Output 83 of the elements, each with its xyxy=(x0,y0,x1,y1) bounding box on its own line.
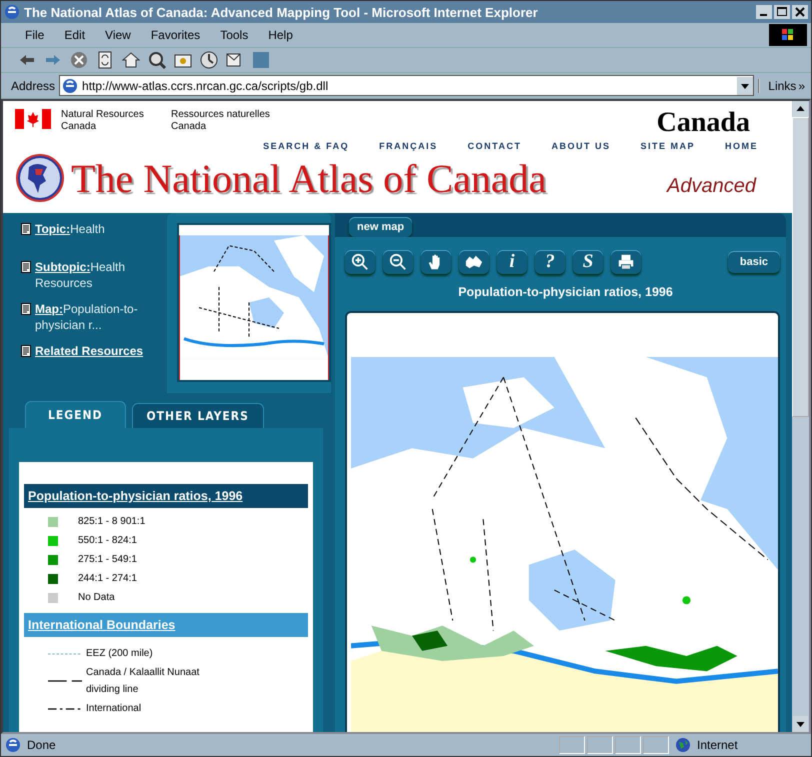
address-label: Address xyxy=(11,78,56,92)
nav-link[interactable]: SITE MAP xyxy=(640,141,695,157)
legend-label: 244:1 - 274:1 xyxy=(78,573,137,584)
history-icon[interactable] xyxy=(199,50,219,70)
document-icon xyxy=(21,261,31,273)
region-button[interactable] xyxy=(459,250,489,274)
legend-label: 825:1 - 8 901:1 xyxy=(78,516,146,527)
new-map-button[interactable]: new map xyxy=(349,217,412,237)
stop-icon[interactable] xyxy=(69,50,89,70)
menu-item[interactable]: Edit xyxy=(54,28,96,42)
minimize-button[interactable] xyxy=(756,5,772,19)
search-icon[interactable] xyxy=(147,50,167,70)
nav-link[interactable]: ABOUT US xyxy=(551,141,610,157)
page-icon xyxy=(62,78,78,94)
tool-button[interactable]: S xyxy=(573,250,603,274)
document-icon xyxy=(21,223,31,235)
mode-label: Advanced xyxy=(667,174,756,198)
nav-link[interactable]: SEARCH & FAQ xyxy=(263,141,350,157)
scrollbar-thumb[interactable] xyxy=(792,117,809,417)
status-pane xyxy=(587,736,613,754)
document-icon xyxy=(21,303,31,315)
zoom-out-button[interactable] xyxy=(383,250,413,274)
topic-link[interactable]: Related Resources xyxy=(35,343,144,359)
panel-tab[interactable]: OTHER LAYERS xyxy=(132,403,264,428)
legend-label: 550:1 - 824:1 xyxy=(78,535,137,546)
browser-icon xyxy=(4,4,20,20)
windows-logo-icon xyxy=(769,24,807,46)
panel-tab[interactable]: LEGEND xyxy=(25,401,126,428)
scroll-up-button[interactable] xyxy=(792,101,809,117)
topic-link[interactable]: Map:Population-to-physician r... xyxy=(35,301,167,333)
tool-button[interactable]: i xyxy=(497,250,527,274)
basic-button[interactable]: basic xyxy=(728,251,780,273)
globe-icon xyxy=(675,737,691,753)
printer-icon xyxy=(617,253,635,271)
canada-flag-icon xyxy=(15,109,51,129)
menu-item[interactable]: Favorites xyxy=(140,28,210,42)
zoom-in-button[interactable] xyxy=(345,250,375,274)
canada-shape-icon xyxy=(465,253,483,271)
security-zone: Internet xyxy=(697,738,739,752)
legend-label: 275:1 - 549:1 xyxy=(78,554,137,565)
menu-item[interactable]: File xyxy=(15,28,54,42)
tool-button[interactable]: ? xyxy=(535,250,565,274)
document-icon xyxy=(21,345,31,357)
canada-wordmark: Canada xyxy=(656,109,750,137)
topic-link[interactable]: Topic:Health xyxy=(35,221,105,237)
nav-link[interactable]: FRANÇAIS xyxy=(379,141,438,157)
pan-button[interactable] xyxy=(421,250,451,274)
status-pane xyxy=(559,736,585,754)
maximize-button[interactable] xyxy=(774,5,790,19)
dropdown-button[interactable] xyxy=(737,76,754,94)
topic-link[interactable]: Subtopic:Health Resources xyxy=(35,259,167,291)
menu-item[interactable]: Tools xyxy=(210,28,258,42)
chevron-icon[interactable]: » xyxy=(798,78,805,92)
line-symbol-icon xyxy=(48,652,82,656)
nav-link[interactable]: CONTACT xyxy=(468,141,522,157)
map-title: Population-to-physician ratios, 1996 xyxy=(457,284,674,301)
status-pane xyxy=(615,736,641,754)
globe-icon xyxy=(15,153,65,203)
print-button[interactable] xyxy=(611,250,641,274)
links-button[interactable]: Links xyxy=(758,78,796,92)
menu-item[interactable]: Help xyxy=(258,28,303,42)
legend-label: Canada / Kalaallit Nunaat dividing line xyxy=(86,666,200,697)
department-name: Natural Resources Canada xyxy=(61,109,145,133)
nav-link[interactable]: HOME xyxy=(725,141,758,157)
department-name: Ressources naturelles Canada xyxy=(171,109,271,133)
legend-heading[interactable]: Population-to-physician ratios, 1996 xyxy=(24,484,308,508)
page-icon xyxy=(5,737,21,753)
home-icon[interactable] xyxy=(121,50,141,70)
zoom-out-icon xyxy=(389,253,407,271)
scroll-down-button[interactable] xyxy=(792,716,809,732)
line-symbol-icon xyxy=(48,679,82,683)
line-symbol-icon xyxy=(48,706,82,710)
legend-label: International xyxy=(86,702,142,716)
legend-label: EEZ (200 mile) xyxy=(86,647,154,661)
legend-label: No Data xyxy=(78,592,115,603)
status-text: Done xyxy=(27,738,57,752)
address-field[interactable]: http://www-atlas.ccrs.nrcan.gc.ca/scripts/gb.dll xyxy=(59,75,754,96)
zoom-in-icon xyxy=(351,253,369,271)
close-button[interactable] xyxy=(792,5,808,19)
site-title: The National Atlas of Canada xyxy=(71,154,546,202)
window-title: The National Atlas of Canada: Advanced Mapping Tool - Microsoft Internet Explorer xyxy=(24,4,539,20)
status-pane xyxy=(643,736,669,754)
menu-item[interactable]: View xyxy=(95,28,141,42)
